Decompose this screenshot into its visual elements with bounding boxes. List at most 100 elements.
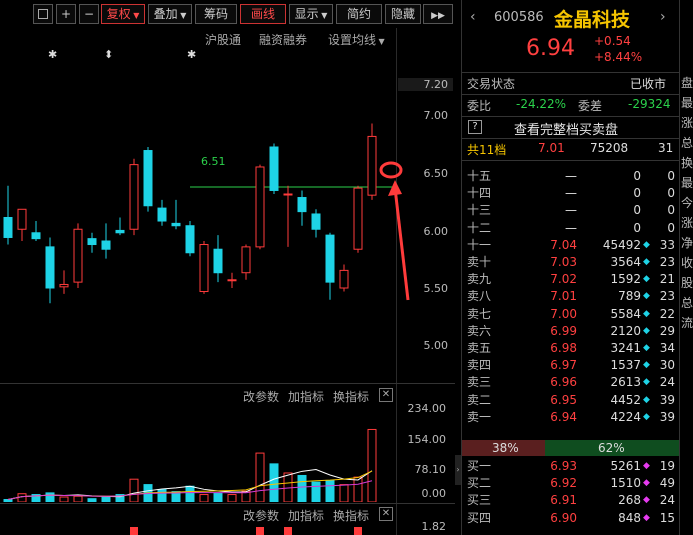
volume-bar[interactable]: [87, 498, 97, 502]
bid-row[interactable]: 买二 6.92 1510 ◆ 49: [467, 475, 677, 492]
prev-stock-icon[interactable]: ‹: [470, 9, 476, 25]
chart-area[interactable]: + − 复权 ▼ 叠加 ▼ 筹码 画线 显示 ▼ 简约 隐藏 ▶▶ 沪股通 融资…: [0, 0, 455, 535]
ask-row[interactable]: 卖四 6.97 1537 ◆ 30: [467, 357, 677, 374]
volume-bar[interactable]: [129, 478, 139, 502]
help-icon[interactable]: ?: [468, 120, 482, 134]
candle[interactable]: [339, 269, 349, 289]
overlay-button[interactable]: 叠加 ▼: [148, 4, 192, 24]
volume-bar[interactable]: [101, 496, 111, 502]
close-icon[interactable]: ✕: [379, 507, 393, 521]
level-price: 6.92: [550, 476, 577, 491]
ind-add-link[interactable]: 加指标: [288, 507, 324, 524]
volume-bar[interactable]: [255, 452, 265, 502]
ask-row[interactable]: 十五 — 0 0: [467, 168, 677, 185]
bid-row[interactable]: 买一 6.93 5261 ◆ 19: [467, 458, 677, 475]
candle[interactable]: [227, 279, 237, 282]
ma-setting-link[interactable]: 设置均线 ▼: [328, 31, 385, 48]
zoom-out-button[interactable]: −: [79, 4, 99, 24]
vol-switch-link[interactable]: 换指标: [333, 388, 369, 405]
volume-bar[interactable]: [311, 481, 321, 502]
ask-row[interactable]: 卖七 7.00 5584 ◆ 22: [467, 306, 677, 323]
ask-row[interactable]: 卖三 6.96 2613 ◆ 24: [467, 374, 677, 391]
candle[interactable]: [325, 234, 335, 283]
ask-row[interactable]: 十四 — 0 0: [467, 185, 677, 202]
candle[interactable]: [59, 283, 69, 288]
ask-row[interactable]: 卖五 6.98 3241 ◆ 34: [467, 340, 677, 357]
candle[interactable]: [283, 193, 293, 196]
candle[interactable]: [269, 146, 279, 191]
bid-row[interactable]: 买三 6.91 268 ◆ 24: [467, 492, 677, 509]
bid-row[interactable]: 买四 6.90 848 ◆ 15: [467, 510, 677, 527]
vol-add-link[interactable]: 加指标: [288, 388, 324, 405]
volume-bar[interactable]: [157, 489, 167, 502]
ind-adjust-link[interactable]: 改参数: [243, 507, 279, 524]
margin-link[interactable]: 融资融券: [259, 31, 307, 48]
volume-bar[interactable]: [353, 476, 363, 502]
ask-row[interactable]: 十一 7.04 45492 ◆ 33: [467, 237, 677, 254]
ind-switch-link[interactable]: 换指标: [333, 507, 369, 524]
candle[interactable]: [31, 232, 41, 240]
volume-bar[interactable]: [73, 495, 83, 502]
candle[interactable]: [185, 225, 195, 254]
level-price: 6.94: [550, 409, 577, 424]
event-marker-icon[interactable]: ⬍: [104, 48, 113, 61]
zoom-in-button[interactable]: +: [56, 4, 76, 24]
volume-bar[interactable]: [367, 428, 377, 502]
candle[interactable]: [311, 213, 321, 230]
volume-bar[interactable]: [269, 463, 279, 502]
volume-bar[interactable]: [227, 494, 237, 502]
ask-row[interactable]: 卖十 7.03 3564 ◆ 23: [467, 254, 677, 271]
expand-button[interactable]: ▶▶: [423, 4, 453, 24]
candle[interactable]: [297, 197, 307, 213]
simple-button[interactable]: 简约: [336, 4, 382, 24]
candle[interactable]: [17, 208, 27, 230]
volume-bar[interactable]: [45, 492, 55, 502]
volume-chart[interactable]: [0, 405, 395, 502]
next-stock-icon[interactable]: ›: [660, 9, 666, 25]
adjust-button[interactable]: 复权 ▼: [101, 4, 145, 24]
volume-bar[interactable]: [213, 492, 223, 502]
candle[interactable]: [143, 150, 153, 207]
candle[interactable]: [129, 164, 139, 230]
volume-bar[interactable]: [325, 479, 335, 502]
collapse-button[interactable]: [33, 4, 53, 24]
display-button[interactable]: 显示 ▼: [289, 4, 333, 24]
volume-bar[interactable]: [3, 499, 13, 502]
volume-bar[interactable]: [199, 494, 209, 502]
event-marker-icon[interactable]: ✱: [48, 48, 57, 61]
candle[interactable]: [87, 238, 97, 246]
volume-bar[interactable]: [185, 485, 195, 502]
ask-row[interactable]: 卖六 6.99 2120 ◆ 29: [467, 323, 677, 340]
event-marker-icon[interactable]: ✱: [187, 48, 196, 61]
ask-row[interactable]: 十二 — 0 0: [467, 220, 677, 237]
candle[interactable]: [353, 187, 363, 250]
full-book-link[interactable]: 查看完整档买卖盘: [514, 119, 618, 138]
candle[interactable]: [101, 240, 111, 250]
candle[interactable]: [45, 246, 55, 289]
candlestick-chart[interactable]: [0, 100, 395, 382]
candle[interactable]: [73, 228, 83, 283]
candle[interactable]: [157, 207, 167, 222]
candle[interactable]: [199, 244, 209, 293]
volume-bar[interactable]: [17, 493, 27, 502]
chips-button[interactable]: 筹码: [195, 4, 237, 24]
volume-bar[interactable]: [339, 484, 349, 502]
candle[interactable]: [255, 166, 265, 248]
volume-bar[interactable]: [297, 474, 307, 502]
ask-row[interactable]: 卖一 6.94 4224 ◆ 39: [467, 409, 677, 426]
volume-bar[interactable]: [59, 496, 69, 502]
candle[interactable]: [241, 246, 251, 274]
hgt-link[interactable]: 沪股通: [205, 31, 241, 48]
candle[interactable]: [213, 248, 223, 274]
candle[interactable]: [115, 229, 125, 234]
ask-row[interactable]: 卖二 6.95 4452 ◆ 39: [467, 392, 677, 409]
ask-row[interactable]: 卖九 7.02 1592 ◆ 21: [467, 271, 677, 288]
candle[interactable]: [3, 217, 13, 238]
candle[interactable]: [171, 222, 181, 227]
vol-adjust-link[interactable]: 改参数: [243, 388, 279, 405]
ask-row[interactable]: 十三 — 0 0: [467, 202, 677, 219]
draw-line-button[interactable]: 画线: [240, 4, 286, 24]
ask-row[interactable]: 卖八 7.01 789 ◆ 23: [467, 288, 677, 305]
close-icon[interactable]: ✕: [379, 388, 393, 402]
hide-button[interactable]: 隐藏: [385, 4, 421, 24]
